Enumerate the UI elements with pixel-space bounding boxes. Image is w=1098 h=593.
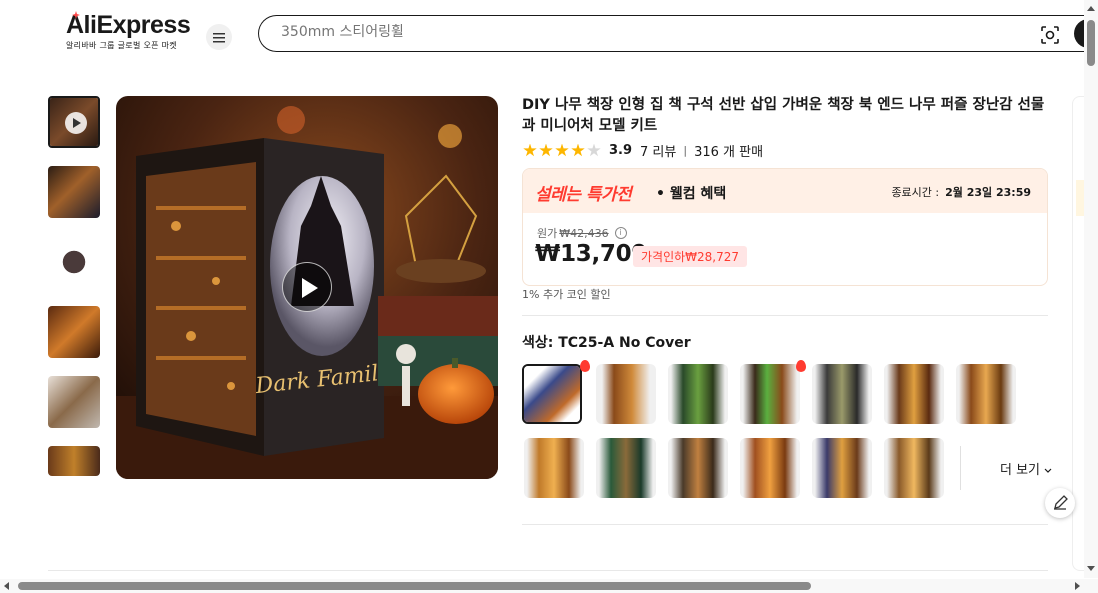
coin-discount: 1% 추가 코인 할인 [522,288,611,301]
play-video-button[interactable] [282,262,332,312]
sold-count: 316 개 판매 [694,145,764,160]
color-swatch[interactable] [884,438,944,498]
color-swatch[interactable] [884,364,944,424]
logo-subtitle: 알리바바 그룹 글로벌 오픈 마켓 [66,41,177,50]
promo-tag: • 웰컴 혜택 [656,186,727,202]
more-colors-button[interactable]: 더 보기 [1000,459,1052,478]
search-input[interactable] [281,24,981,40]
logo-text: AliExpress [66,11,191,39]
divider [522,315,1048,316]
search-bar [258,15,1098,52]
chevron-down-icon [1044,463,1052,478]
scroll-right-arrow-icon[interactable] [1075,582,1080,590]
color-swatch[interactable] [524,438,584,498]
rating-score: 3.9 [609,143,633,158]
color-swatch[interactable] [668,364,728,424]
horizontal-scroll-thumb[interactable] [18,582,811,590]
main-product-image[interactable]: Dark Family [116,96,498,479]
divider [960,446,961,490]
color-swatch[interactable] [740,438,800,498]
star-icon [539,143,553,157]
original-price-row: 원가 ₩42,436 i [537,225,627,241]
scroll-up-arrow-icon[interactable] [1087,6,1095,11]
star-icon [555,143,569,157]
original-price: ₩42,436 [559,226,609,240]
promo-header: 설레는 특가전 • 웰컴 혜택 종료시간 :2월 23일 23:59 [523,169,1047,213]
scroll-down-arrow-icon[interactable] [1087,566,1095,571]
hamburger-icon [213,28,225,47]
color-swatch[interactable] [812,438,872,498]
thumbnail-video[interactable] [48,96,100,148]
menu-button[interactable] [206,24,232,50]
color-swatch[interactable] [956,364,1016,424]
vertical-scrollbar[interactable] [1084,0,1098,578]
sale-price: ₩13,709 [535,241,648,267]
star-empty-icon [587,143,601,157]
product-page: AliExpress 알리바바 그룹 글로벌 오픈 마켓 350mm 스티어링휠… [0,0,1098,593]
promo-end-time: 종료시간 :2월 23일 23:59 [891,186,1031,199]
rating-row: 3.9 7 리뷰 | 316 개 판매 [523,141,763,160]
product-title: DIY 나무 책장 인형 집 책 구석 선반 삽입 가벼운 책장 북 엔드 나무… [522,97,1045,134]
color-label: 색상: TC25-A No Cover [522,335,691,351]
original-label: 원가 [537,227,558,240]
promo-box: 설레는 특가전 • 웰컴 혜택 종료시간 :2월 23일 23:59 원가 ₩4… [522,168,1048,286]
rating-stars [523,143,601,158]
thumbnail-image[interactable] [48,166,100,218]
color-swatch[interactable] [740,364,800,424]
review-count-link[interactable]: 7 리뷰 [640,141,676,160]
star-icon [571,143,585,157]
thumbnail-image[interactable] [48,446,100,476]
image-search-icon[interactable] [1040,25,1060,45]
hot-icon [580,360,590,372]
discount-badge: 가격인하₩28,727 [633,246,748,267]
thumbnail-image[interactable] [48,306,100,358]
side-panel-accent [1076,180,1084,216]
star-icon [523,143,537,157]
color-swatch[interactable] [812,364,872,424]
thumbnail-list [48,96,102,494]
aliexpress-logo[interactable]: AliExpress 알리바바 그룹 글로벌 오픈 마켓 [66,11,191,51]
color-swatch[interactable] [668,438,728,498]
promo-brand: 설레는 특가전 [535,185,632,205]
color-swatch[interactable] [522,364,582,424]
pencil-icon [1054,495,1068,510]
color-swatch[interactable] [596,364,656,424]
play-icon [65,112,87,134]
info-icon[interactable]: i [614,227,627,239]
feedback-button[interactable] [1045,488,1075,518]
horizontal-scrollbar[interactable] [0,579,1098,593]
divider [48,570,1048,571]
divider [522,524,1048,525]
hot-icon [796,360,806,372]
separator: | [683,144,688,157]
scroll-left-arrow-icon[interactable] [4,582,9,590]
thumbnail-image[interactable] [48,376,100,428]
thumbnail-image[interactable] [48,236,100,288]
color-swatch[interactable] [596,438,656,498]
vertical-scroll-thumb[interactable] [1087,20,1095,66]
